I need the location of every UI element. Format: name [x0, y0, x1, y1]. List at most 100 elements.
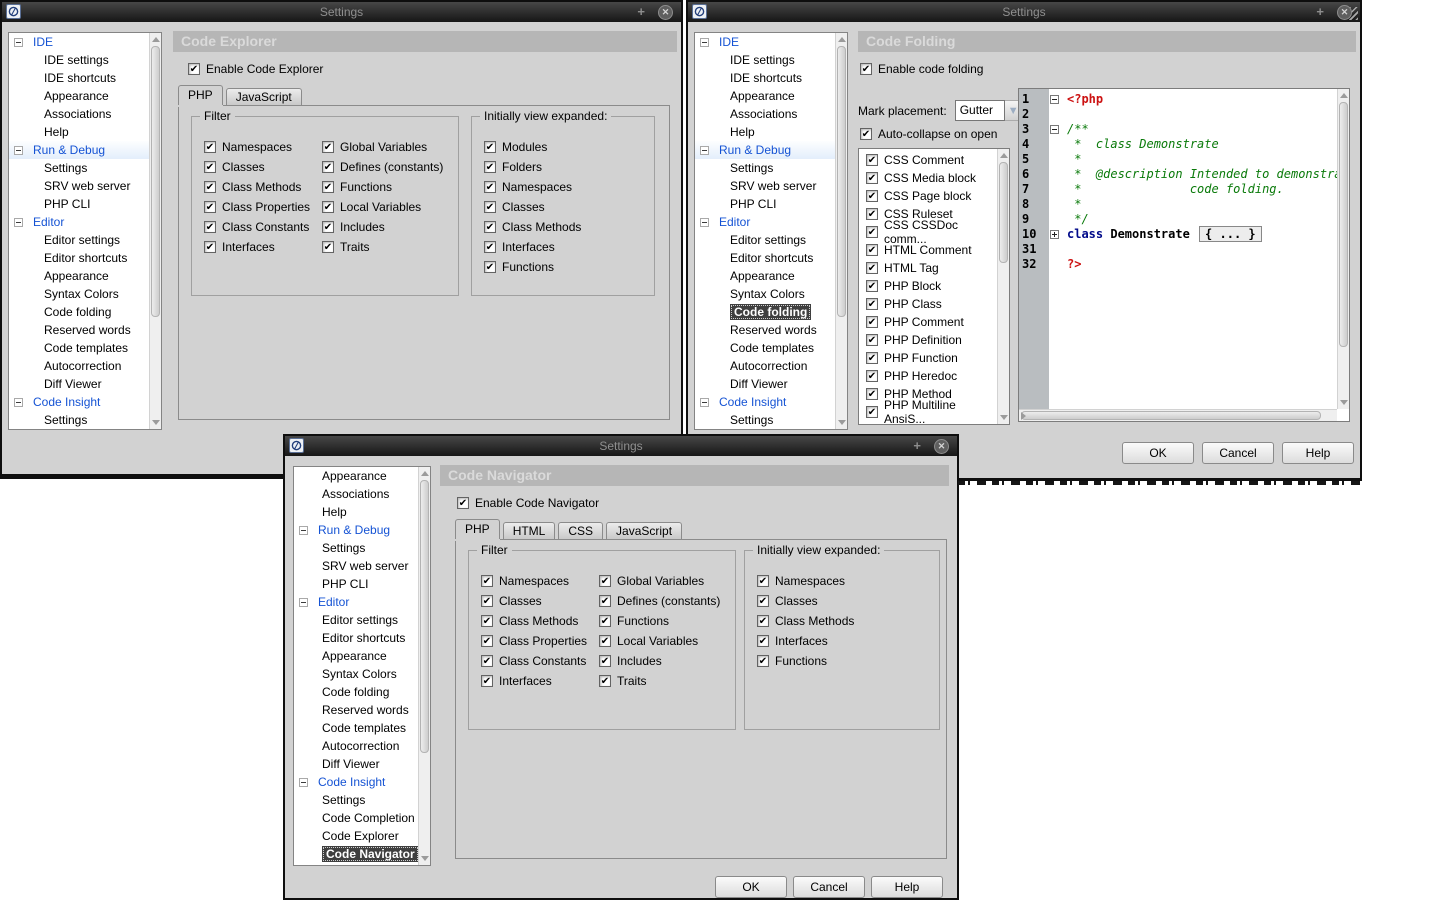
sidebar-item-editor-shortcuts[interactable]: Editor shortcuts — [9, 249, 149, 267]
sidebar-item-code-templates[interactable]: Code templates — [294, 719, 418, 737]
filter-global-variables[interactable]: ✔Global Variables — [599, 571, 720, 591]
sidebar-item-appearance[interactable]: Appearance — [294, 467, 418, 485]
checkbox-checked-icon[interactable]: ✔ — [866, 388, 878, 400]
filter-includes[interactable]: ✔Includes — [322, 217, 443, 237]
fold-type-css-cssdoc-comm[interactable]: ✔CSS CSSDoc comm... — [866, 223, 997, 241]
checkbox-checked-icon[interactable]: ✔ — [481, 655, 493, 667]
checkbox-checked-icon[interactable]: ✔ — [860, 128, 872, 140]
sidebar-item-editor-settings[interactable]: Editor settings — [695, 231, 835, 249]
filter-interfaces[interactable]: ✔Interfaces — [204, 237, 310, 257]
sidebar-item-diff-viewer[interactable]: Diff Viewer — [294, 755, 418, 773]
checkbox-checked-icon[interactable]: ✔ — [204, 181, 216, 193]
scroll-down-icon[interactable] — [838, 420, 846, 425]
sidebar-item-srv-web-server[interactable]: SRV web server — [9, 177, 149, 195]
fold-expand-icon[interactable] — [1050, 230, 1059, 239]
collapse-icon[interactable] — [299, 778, 308, 787]
sidebar-item-editor-settings[interactable]: Editor settings — [9, 231, 149, 249]
expanded-functions[interactable]: ✔Functions — [757, 651, 854, 671]
collapse-icon[interactable] — [14, 146, 23, 155]
expanded-folders[interactable]: ✔Folders — [484, 157, 581, 177]
filter-defines-constants[interactable]: ✔Defines (constants) — [322, 157, 443, 177]
sidebar-item-php-cli[interactable]: PHP CLI — [695, 195, 835, 213]
sidebar-item-code-templates[interactable]: Code templates — [9, 339, 149, 357]
sidebar-item-code-navigator[interactable]: Code Navigator — [294, 845, 418, 863]
checkbox-checked-icon[interactable]: ✔ — [757, 615, 769, 627]
fold-type-php-heredoc[interactable]: ✔PHP Heredoc — [866, 367, 997, 385]
filter-includes[interactable]: ✔Includes — [599, 651, 720, 671]
fold-type-php-block[interactable]: ✔PHP Block — [866, 277, 997, 295]
enable-code-explorer-checkbox[interactable]: ✔ Enable Code Explorer — [188, 62, 323, 76]
filter-traits[interactable]: ✔Traits — [322, 237, 443, 257]
expanded-classes[interactable]: ✔Classes — [484, 197, 581, 217]
checkbox-checked-icon[interactable]: ✔ — [757, 655, 769, 667]
sidebar-item-editor-settings[interactable]: Editor settings — [294, 611, 418, 629]
expanded-classes[interactable]: ✔Classes — [757, 591, 854, 611]
sidebar-item-php-cli[interactable]: PHP CLI — [294, 575, 418, 593]
checkbox-checked-icon[interactable]: ✔ — [481, 575, 493, 587]
scroll-up-icon[interactable] — [421, 471, 429, 476]
sidebar-item-code-folding[interactable]: Code folding — [9, 303, 149, 321]
titlebar[interactable]: Settings + ✕ — [285, 436, 957, 456]
checkbox-checked-icon[interactable]: ✔ — [866, 352, 878, 364]
sidebar-item-diff-viewer[interactable]: Diff Viewer — [9, 375, 149, 393]
scroll-thumb[interactable] — [837, 46, 846, 317]
collapse-icon[interactable] — [14, 38, 23, 47]
checkbox-checked-icon[interactable]: ✔ — [204, 221, 216, 233]
ok-button[interactable]: OK — [1122, 442, 1194, 464]
checkbox-checked-icon[interactable]: ✔ — [457, 497, 469, 509]
tab-javascript[interactable]: JavaScript — [606, 522, 682, 539]
sidebar-item-php-cli[interactable]: PHP CLI — [9, 195, 149, 213]
sidebar-item-help[interactable]: Help — [294, 503, 418, 521]
sidebar-item-associations[interactable]: Associations — [695, 105, 835, 123]
close-icon[interactable]: ✕ — [1337, 5, 1352, 20]
checkbox-checked-icon[interactable]: ✔ — [481, 615, 493, 627]
sidebar-item-autocorrection[interactable]: Autocorrection — [9, 357, 149, 375]
sidebar-item-associations[interactable]: Associations — [9, 105, 149, 123]
tree-scrollbar[interactable] — [418, 467, 430, 865]
scroll-up-icon[interactable] — [838, 37, 846, 42]
checkbox-checked-icon[interactable]: ✔ — [866, 406, 878, 418]
sidebar-item-reserved-words[interactable]: Reserved words — [294, 701, 418, 719]
cancel-button[interactable]: Cancel — [793, 876, 865, 898]
sidebar-item-settings[interactable]: Settings — [9, 159, 149, 177]
checkbox-checked-icon[interactable]: ✔ — [204, 241, 216, 253]
expanded-class-methods[interactable]: ✔Class Methods — [757, 611, 854, 631]
checkbox-checked-icon[interactable]: ✔ — [866, 226, 878, 238]
sidebar-item-associations[interactable]: Associations — [294, 485, 418, 503]
checkbox-checked-icon[interactable]: ✔ — [204, 201, 216, 213]
help-button[interactable]: Help — [871, 876, 943, 898]
sidebar-item-settings[interactable]: Settings — [294, 539, 418, 557]
scroll-right-icon[interactable] — [1021, 412, 1026, 420]
fold-type-php-definition[interactable]: ✔PHP Definition — [866, 331, 997, 349]
filter-class-constants[interactable]: ✔Class Constants — [481, 651, 587, 671]
filter-class-methods[interactable]: ✔Class Methods — [204, 177, 310, 197]
fold-collapse-icon[interactable] — [1050, 125, 1059, 134]
sidebar-item-ide-settings[interactable]: IDE settings — [695, 51, 835, 69]
sidebar-item-editor[interactable]: Editor — [9, 213, 149, 231]
checkbox-checked-icon[interactable]: ✔ — [866, 370, 878, 382]
sidebar-item-settings[interactable]: Settings — [695, 159, 835, 177]
checkbox-checked-icon[interactable]: ✔ — [204, 141, 216, 153]
scroll-down-icon[interactable] — [1340, 400, 1348, 405]
sidebar-item-code-completion[interactable]: Code Completion — [294, 809, 418, 827]
sidebar-item-diff-viewer[interactable]: Diff Viewer — [695, 375, 835, 393]
tab-php[interactable]: PHP — [455, 519, 500, 539]
sidebar-item-autocorrection[interactable]: Autocorrection — [294, 737, 418, 755]
checkbox-checked-icon[interactable]: ✔ — [599, 595, 611, 607]
checkbox-checked-icon[interactable]: ✔ — [322, 141, 334, 153]
close-icon[interactable]: ✕ — [658, 5, 673, 20]
filter-defines-constants[interactable]: ✔Defines (constants) — [599, 591, 720, 611]
checkbox-checked-icon[interactable]: ✔ — [599, 635, 611, 647]
checkbox-checked-icon[interactable]: ✔ — [866, 172, 878, 184]
sidebar-item-ide-shortcuts[interactable]: IDE shortcuts — [695, 69, 835, 87]
sidebar-item-ide[interactable]: IDE — [695, 33, 835, 51]
sidebar-item-help[interactable]: Help — [695, 123, 835, 141]
sidebar-item-ide[interactable]: IDE — [9, 33, 149, 51]
sidebar-item-run-debug[interactable]: Run & Debug — [294, 521, 418, 539]
fold-type-html-tag[interactable]: ✔HTML Tag — [866, 259, 997, 277]
fold-type-css-media-block[interactable]: ✔CSS Media block — [866, 169, 997, 187]
filter-class-properties[interactable]: ✔Class Properties — [204, 197, 310, 217]
sidebar-item-editor[interactable]: Editor — [695, 213, 835, 231]
sidebar-item-code-folding[interactable]: Code folding — [695, 303, 835, 321]
checkbox-checked-icon[interactable]: ✔ — [599, 655, 611, 667]
